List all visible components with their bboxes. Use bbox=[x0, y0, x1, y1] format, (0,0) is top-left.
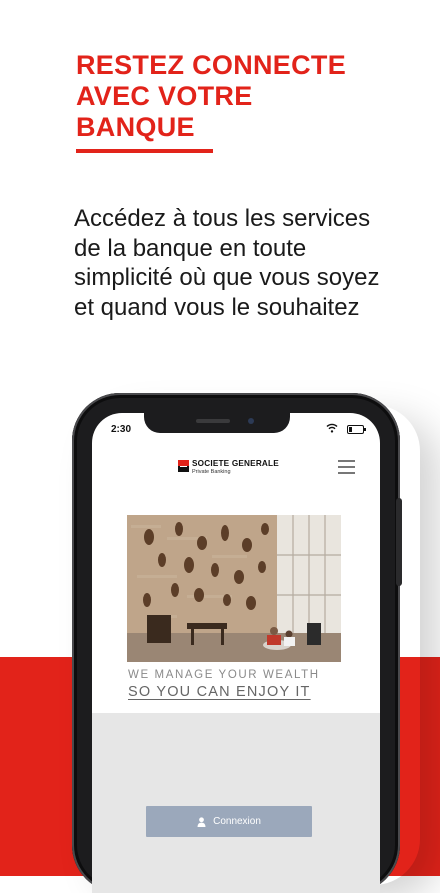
camera bbox=[248, 418, 254, 424]
menu-icon[interactable] bbox=[338, 459, 355, 474]
headline-line: BANQUE bbox=[76, 112, 195, 142]
connexion-label: Connexion bbox=[213, 816, 261, 827]
connexion-button[interactable]: Connexion bbox=[146, 806, 312, 837]
battery-icon bbox=[347, 425, 366, 434]
tagline-line-1: WE MANAGE YOUR WEALTH bbox=[128, 669, 320, 681]
logo-name: SOCIETE GENERALE bbox=[192, 459, 279, 468]
hero-image bbox=[127, 515, 341, 662]
user-icon bbox=[197, 816, 206, 827]
phone-notch bbox=[144, 413, 290, 433]
subtitle-line: et quand vous le souhaitez bbox=[74, 293, 360, 321]
phone-side-button bbox=[396, 498, 402, 586]
headline-line: RESTEZ CONNECTE bbox=[76, 50, 347, 80]
logo-subtitle: Private Banking bbox=[192, 469, 231, 475]
content-panel bbox=[92, 713, 380, 893]
headline-underline bbox=[76, 149, 213, 153]
subtitle: Accédez à tous les services de la banque… bbox=[74, 204, 414, 322]
societe-generale-logo[interactable]: SOCIETE GENERALE Private Banking bbox=[178, 459, 288, 480]
wifi-icon bbox=[326, 423, 338, 433]
logo-mark-icon bbox=[178, 460, 189, 472]
headline-line: AVEC VOTRE bbox=[76, 81, 253, 111]
subtitle-line: Accédez à tous les services bbox=[74, 205, 371, 232]
subtitle-line: de la banque en toute bbox=[74, 234, 307, 262]
phone-screen: 2:30 SOCIETE GENERALE Private Banking WE… bbox=[92, 413, 380, 893]
headline: RESTEZ CONNECTE AVEC VOTRE BANQUE bbox=[76, 50, 406, 143]
speaker bbox=[196, 419, 230, 423]
tagline-line-2: SO YOU CAN ENJOY IT bbox=[128, 684, 311, 700]
subtitle-line: simplicité où que vous soyez bbox=[74, 264, 380, 291]
status-time: 2:30 bbox=[111, 424, 132, 435]
